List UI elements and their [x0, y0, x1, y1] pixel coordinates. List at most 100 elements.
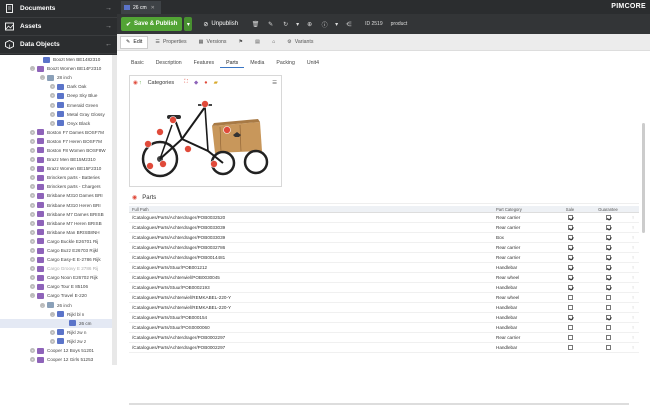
guarantee-checkbox[interactable]: [605, 245, 611, 251]
expand-icon[interactable]: +: [30, 129, 35, 135]
sale-checkbox[interactable]: [567, 275, 573, 281]
table-row[interactable]: /Catalogues/Parts/Stuur/POS0000060 Handle…: [129, 323, 639, 333]
tree-node[interactable]: - Rijkl bl n: [0, 310, 112, 319]
folder-icon[interactable]: ▰: [214, 80, 218, 86]
sale-checkbox[interactable]: [567, 245, 573, 251]
move-up-icon[interactable]: ↑: [627, 315, 639, 320]
table-row[interactable]: /Catalogues/Parts/Achterdrager/POB003303…: [129, 233, 639, 243]
tree-node[interactable]: + Brinckers parts - Chargers: [0, 182, 112, 191]
guarantee-checkbox[interactable]: [605, 295, 611, 301]
section-assets[interactable]: Assets →: [0, 18, 117, 36]
table-row[interactable]: /Catalogues/Parts/Achterwiel/REMKABEL-22…: [129, 293, 639, 303]
expand-icon[interactable]: +: [50, 120, 55, 126]
arrow-up-icon[interactable]: ↑: [139, 80, 142, 86]
expand-icon[interactable]: +: [50, 93, 55, 99]
move-up-icon[interactable]: ↑: [627, 255, 639, 260]
cell-part-category[interactable]: Rear carrier: [493, 245, 551, 250]
tree-node[interactable]: + Brazz Women BE15F2310: [0, 164, 112, 173]
col-guarantee[interactable]: Guarantee: [589, 207, 627, 212]
tree-node[interactable]: + Brisbane M7 Heren BRISB: [0, 219, 112, 228]
sale-checkbox[interactable]: [567, 285, 573, 291]
tree-node[interactable]: + Cargo Groovy E 2786 Rij: [0, 264, 112, 273]
save-dropdown-button[interactable]: ▾: [184, 17, 193, 31]
cell-part-category[interactable]: Rear carrier: [493, 215, 551, 220]
expand-icon[interactable]: +: [30, 202, 35, 208]
tree-node[interactable]: + Dark Oak: [0, 82, 112, 91]
close-icon[interactable]: ✕: [151, 5, 155, 11]
sale-checkbox[interactable]: [567, 305, 573, 311]
sale-checkbox[interactable]: [567, 315, 573, 321]
collapse-icon[interactable]: -: [30, 66, 35, 72]
move-up-icon[interactable]: ↑: [627, 345, 639, 350]
tab-variants[interactable]: ⚙ Variants: [282, 36, 318, 49]
expand-icon[interactable]: +: [30, 357, 35, 363]
guarantee-checkbox[interactable]: [605, 325, 611, 331]
cell-part-category[interactable]: Rear wheel: [493, 295, 551, 300]
cell-part-category[interactable]: Handlebar: [493, 345, 551, 350]
hotspot-icon[interactable]: ◉: [133, 80, 138, 86]
guarantee-checkbox[interactable]: [605, 315, 611, 321]
guarantee-checkbox[interactable]: [605, 225, 611, 231]
vertical-scrollbar[interactable]: [642, 123, 645, 233]
cell-part-category[interactable]: Rear carrier: [493, 225, 551, 230]
expand-icon[interactable]: +: [30, 248, 35, 254]
save-publish-button[interactable]: ✔ Save & Publish: [121, 17, 183, 31]
move-up-icon[interactable]: ↑: [627, 225, 639, 230]
tree-node[interactable]: + Rijkl zw z: [0, 337, 112, 346]
subtab-packing[interactable]: Packing: [270, 58, 300, 68]
cell-part-category[interactable]: Handlebar: [493, 315, 551, 320]
tree-node[interactable]: + Deep Sky Blue: [0, 91, 112, 100]
table-row[interactable]: /Catalogues/Parts/Stuur/POB000154 Handleb…: [129, 313, 639, 323]
move-up-icon[interactable]: ↑: [627, 245, 639, 250]
chevron-down-icon[interactable]: ▾: [333, 17, 340, 31]
subtab-basic[interactable]: Basic: [125, 58, 150, 68]
tab-schedule[interactable]: ▤: [250, 36, 265, 49]
expand-icon[interactable]: +: [30, 220, 35, 226]
tree-node[interactable]: 26 cm: [0, 318, 112, 328]
tree-node[interactable]: + Brisbane M310 Heren BRI: [0, 201, 112, 210]
move-up-icon[interactable]: ↑: [627, 325, 639, 330]
marker-icon[interactable]: ◆: [194, 80, 198, 86]
cell-part-category[interactable]: Rear carrier: [493, 335, 551, 340]
expand-icon[interactable]: +: [30, 184, 35, 190]
cell-part-category[interactable]: Handlebar: [493, 305, 551, 310]
expand-icon[interactable]: +: [50, 111, 55, 117]
share-icon[interactable]: ⋲: [342, 17, 355, 31]
move-up-icon[interactable]: ↑: [627, 235, 639, 240]
cell-part-category[interactable]: Box: [493, 235, 551, 240]
tree-node[interactable]: + Boston F7 Heren BOSF7M: [0, 137, 112, 146]
cell-part-category[interactable]: Handlebar: [493, 325, 551, 330]
sale-checkbox[interactable]: [567, 255, 573, 261]
tree-node[interactable]: + Cooper 12 Girls 51253: [0, 355, 112, 364]
tree-node[interactable]: - Boozt Women BE14F2310: [0, 64, 112, 73]
table-row[interactable]: /Catalogues/Parts/Achterwiel/REMKABEL-22…: [129, 303, 639, 313]
tree-node[interactable]: + Boston F7 Dames BOSF7M: [0, 128, 112, 137]
table-row[interactable]: /Catalogues/Parts/Stuur/POB0002193 Handle…: [129, 283, 639, 293]
sale-checkbox[interactable]: [567, 235, 573, 241]
cell-part-category[interactable]: Handlebar: [493, 265, 551, 270]
arrow-left-icon[interactable]: ←: [105, 41, 112, 48]
tree-node[interactable]: + Brinckers parts - Batteries: [0, 173, 112, 182]
hotspot-marker[interactable]: [146, 162, 154, 170]
hotspot-marker[interactable]: [223, 126, 231, 134]
unpublish-button[interactable]: ⊘ Unpublish: [198, 17, 243, 31]
tree-node[interactable]: + Brisbane Man BRISB8NH: [0, 228, 112, 237]
info-icon[interactable]: ⓘ: [318, 17, 331, 31]
tab-26-cm[interactable]: 26 cm ✕: [121, 1, 161, 14]
tree-node[interactable]: + Cargo Noon E26702 Rijk: [0, 273, 112, 282]
section-documents[interactable]: Documents →: [0, 0, 117, 18]
expand-icon[interactable]: +: [30, 193, 35, 199]
expand-icon[interactable]: +: [30, 229, 35, 235]
sale-checkbox[interactable]: [567, 335, 573, 341]
expand-icon[interactable]: +: [30, 284, 35, 290]
table-row[interactable]: /Catalogues/Parts/Achterdrager/POB003278…: [129, 243, 639, 253]
collapse-icon[interactable]: -: [30, 293, 35, 299]
expand-icon[interactable]: +: [50, 102, 55, 108]
table-row[interactable]: /Catalogues/Parts/Stuur/POB001212 Handleb…: [129, 263, 639, 273]
expand-icon[interactable]: +: [30, 266, 35, 272]
cell-part-category[interactable]: Handlebar: [493, 285, 551, 290]
move-up-icon[interactable]: ↑: [627, 265, 639, 270]
section-data-objects[interactable]: Data Objects ←: [0, 36, 117, 54]
move-up-icon[interactable]: ↑: [627, 285, 639, 290]
subtab-parts[interactable]: Parts: [220, 58, 245, 68]
